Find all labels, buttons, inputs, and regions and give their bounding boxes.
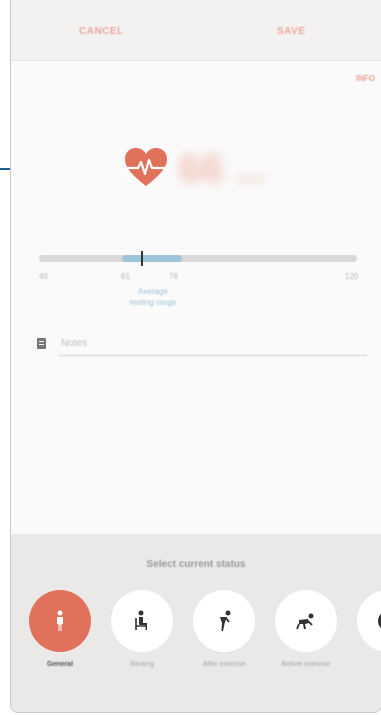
range-label-line2: resting range bbox=[129, 298, 177, 307]
heart-rate-range-bar bbox=[39, 251, 357, 266]
sitting-person-icon bbox=[135, 610, 147, 630]
heart-rate-icon bbox=[125, 148, 167, 186]
status-option-more[interactable] bbox=[357, 590, 381, 652]
average-resting-range-label: Average resting range bbox=[123, 286, 183, 308]
status-label-before-exercise: Before exercise bbox=[281, 661, 331, 668]
phone-screen: CANCEL SAVE INFO 66 bpm 40 61 76 120 Ave… bbox=[10, 0, 381, 713]
heart-rate-unit: bpm bbox=[237, 170, 267, 186]
standing-person-icon bbox=[57, 610, 63, 631]
status-label-resting: Resting bbox=[130, 661, 154, 668]
bent-over-person-icon bbox=[220, 610, 231, 631]
status-option-before-exercise[interactable] bbox=[275, 590, 337, 652]
status-icon bbox=[378, 613, 381, 629]
range-label-line1: Average bbox=[138, 287, 168, 296]
range-low-label: 61 bbox=[121, 272, 130, 281]
status-label-general: General bbox=[46, 661, 74, 668]
status-title: Select current status bbox=[146, 559, 246, 570]
status-option-resting[interactable] bbox=[111, 590, 173, 652]
status-panel: Select current status General Resting Af… bbox=[11, 534, 381, 712]
notes-icon bbox=[37, 338, 46, 349]
range-max-label: 120 bbox=[345, 272, 359, 281]
range-high-label: 76 bbox=[169, 272, 178, 281]
cancel-button[interactable]: CANCEL bbox=[79, 26, 124, 37]
info-button[interactable]: INFO bbox=[356, 74, 375, 83]
heart-rate-value: 66 bbox=[179, 147, 224, 191]
crouching-person-icon bbox=[296, 613, 314, 630]
current-rate-marker bbox=[141, 251, 144, 266]
notes-input[interactable] bbox=[59, 334, 367, 356]
range-min-label: 40 bbox=[39, 272, 48, 281]
status-option-general[interactable] bbox=[29, 590, 91, 652]
status-label-after-exercise: After exercise bbox=[202, 661, 246, 668]
save-button[interactable]: SAVE bbox=[277, 26, 306, 37]
status-option-after-exercise[interactable] bbox=[193, 590, 255, 652]
status-label-more: Ti bbox=[356, 660, 381, 669]
average-range-fill bbox=[122, 255, 183, 262]
top-action-bar: CANCEL SAVE bbox=[11, 0, 381, 61]
